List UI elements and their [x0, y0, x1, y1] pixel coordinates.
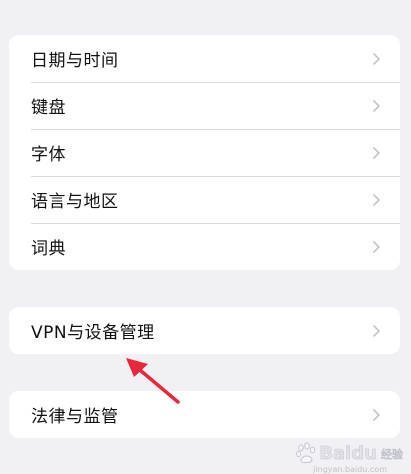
settings-group-general: 日期与时间 键盘 字体 语言与地区 词典	[9, 35, 400, 270]
chevron-right-icon	[373, 324, 380, 337]
row-label: 键盘	[31, 98, 66, 118]
row-label: 词典	[31, 239, 66, 259]
chevron-right-icon	[373, 99, 380, 112]
row-keyboard[interactable]: 键盘	[9, 82, 400, 129]
row-language-region[interactable]: 语言与地区	[9, 176, 400, 223]
row-dictionary[interactable]: 词典	[9, 223, 400, 270]
row-label: 字体	[31, 145, 66, 165]
watermark-text: Baidu	[319, 442, 377, 464]
baidu-paw-logo-icon	[295, 442, 317, 464]
row-label: 日期与时间	[31, 51, 119, 71]
red-arrow-annotation	[118, 350, 188, 410]
chevron-right-icon	[373, 146, 380, 159]
row-fonts[interactable]: 字体	[9, 129, 400, 176]
settings-group-legal: 法律与监管	[9, 391, 400, 438]
chevron-right-icon	[373, 193, 380, 206]
row-label: 语言与地区	[31, 192, 119, 212]
chevron-right-icon	[373, 52, 380, 65]
watermark-suffix: 经验	[381, 448, 403, 461]
chevron-right-icon	[373, 240, 380, 253]
settings-group-vpn: VPN与设备管理	[9, 307, 400, 354]
baidu-watermark: Baidu 经验	[295, 442, 403, 464]
row-legal-regulatory[interactable]: 法律与监管	[9, 391, 400, 438]
row-label: VPN与设备管理	[31, 323, 155, 343]
chevron-right-icon	[373, 408, 380, 421]
watermark-url: jingyan.baidu.com	[313, 465, 387, 474]
row-label: 法律与监管	[31, 407, 119, 427]
row-vpn-device-management[interactable]: VPN与设备管理	[9, 307, 400, 354]
row-date-time[interactable]: 日期与时间	[9, 35, 400, 82]
